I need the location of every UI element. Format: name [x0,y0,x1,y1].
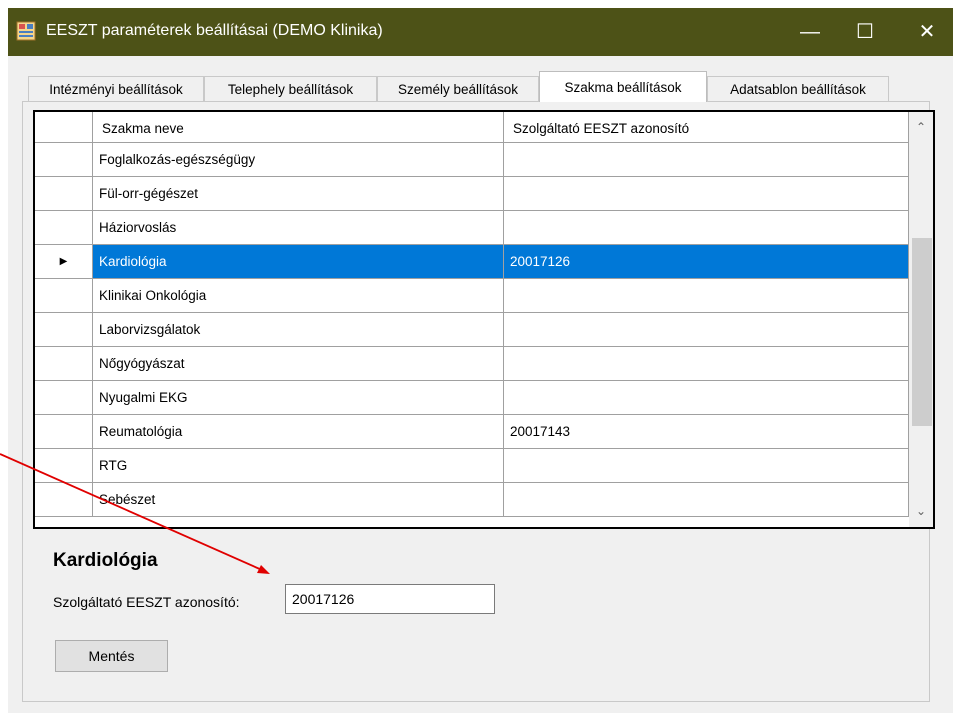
row-header-cell[interactable] [35,347,93,381]
scroll-up-icon[interactable]: ⌃ [909,120,933,138]
cell-eeszt-azonosito[interactable] [504,381,909,415]
cell-eeszt-azonosito[interactable] [504,483,909,517]
cell-eeszt-azonosito[interactable] [504,347,909,381]
table-row[interactable]: ▶ Kardiológia 20017126 [35,245,909,279]
current-row-indicator-icon: ▶ [59,256,68,267]
cell-szakma-neve[interactable]: Fül-orr-gégészet [93,177,504,211]
row-header-cell[interactable] [35,177,93,211]
cell-eeszt-azonosito[interactable] [504,177,909,211]
maximize-button[interactable]: ☐ [839,8,891,56]
vertical-scrollbar[interactable]: ⌃ ⌄ [909,112,933,527]
save-button[interactable]: Mentés [55,640,168,672]
cell-szakma-neve[interactable]: Nyugalmi EKG [93,381,504,415]
close-button[interactable]: ✕ [901,8,953,56]
scroll-thumb[interactable] [912,238,932,426]
cell-szakma-neve[interactable]: Klinikai Onkológia [93,279,504,313]
cell-eeszt-azonosito[interactable] [504,313,909,347]
scroll-down-icon[interactable]: ⌄ [909,504,933,522]
row-header-cell[interactable] [35,313,93,347]
cell-szakma-neve[interactable]: Foglalkozás-egészségügy [93,143,504,177]
column-header-azonosito[interactable]: Szolgáltató EESZT azonosító [504,112,909,143]
tab-szemely[interactable]: Személy beállítások [377,76,539,101]
tab-intezmenyi[interactable]: Intézményi beállítások [28,76,204,101]
cell-eeszt-azonosito[interactable]: 20017126 [504,245,909,279]
table-row[interactable]: Reumatológia 20017143 [35,415,909,449]
grid-rows-area: Szakma neve Szolgáltató EESZT azonosító … [35,112,909,527]
table-row[interactable]: Sebészet [35,483,909,517]
row-header-cell[interactable] [35,381,93,415]
cell-szakma-neve[interactable]: Reumatológia [93,415,504,449]
table-row[interactable]: Fül-orr-gégészet [35,177,909,211]
row-header-cell[interactable] [35,143,93,177]
row-header-cell[interactable] [35,449,93,483]
row-header-cell[interactable] [35,483,93,517]
table-row[interactable]: Foglalkozás-egészségügy [35,143,909,177]
eeszt-id-input[interactable] [285,584,495,614]
tab-telephely[interactable]: Telephely beállítások [204,76,377,101]
app-icon [16,21,36,41]
cell-szakma-neve[interactable]: Laborvizsgálatok [93,313,504,347]
cell-szakma-neve[interactable]: Kardiológia [93,245,504,279]
tab-szakma[interactable]: Szakma beállítások [539,71,707,102]
table-row[interactable]: Klinikai Onkológia [35,279,909,313]
table-row[interactable]: RTG [35,449,909,483]
table-row[interactable]: Nőgyógyászat [35,347,909,381]
column-header-szakma[interactable]: Szakma neve [93,112,504,143]
table-row[interactable]: Nyugalmi EKG [35,381,909,415]
cell-eeszt-azonosito[interactable] [504,449,909,483]
cell-szakma-neve[interactable]: RTG [93,449,504,483]
cell-szakma-neve[interactable]: Sebészet [93,483,504,517]
cell-eeszt-azonosito[interactable]: 20017143 [504,415,909,449]
table-row[interactable]: Háziorvoslás [35,211,909,245]
cell-szakma-neve[interactable]: Háziorvoslás [93,211,504,245]
row-header-cell[interactable] [35,279,93,313]
table-row[interactable]: Laborvizsgálatok [35,313,909,347]
cell-eeszt-azonosito[interactable] [504,211,909,245]
cell-eeszt-azonosito[interactable] [504,279,909,313]
row-header-cell[interactable] [35,211,93,245]
title-bar: EESZT paraméterek beállításai (DEMO Klin… [8,8,953,56]
tab-adatsablon[interactable]: Adatsablon beállítások [707,76,889,101]
row-header-cell[interactable]: ▶ [35,245,93,279]
window-title: EESZT paraméterek beállításai (DEMO Klin… [46,22,383,39]
row-header-corner [35,112,93,143]
szakma-grid[interactable]: Szakma neve Szolgáltató EESZT azonosító … [33,110,935,529]
eeszt-id-label: Szolgáltató EESZT azonosító: [53,594,240,610]
minimize-button[interactable]: — [784,8,836,56]
cell-szakma-neve[interactable]: Nőgyógyászat [93,347,504,381]
cell-eeszt-azonosito[interactable] [504,143,909,177]
row-header-cell[interactable] [35,415,93,449]
detail-title: Kardiológia [53,550,158,571]
